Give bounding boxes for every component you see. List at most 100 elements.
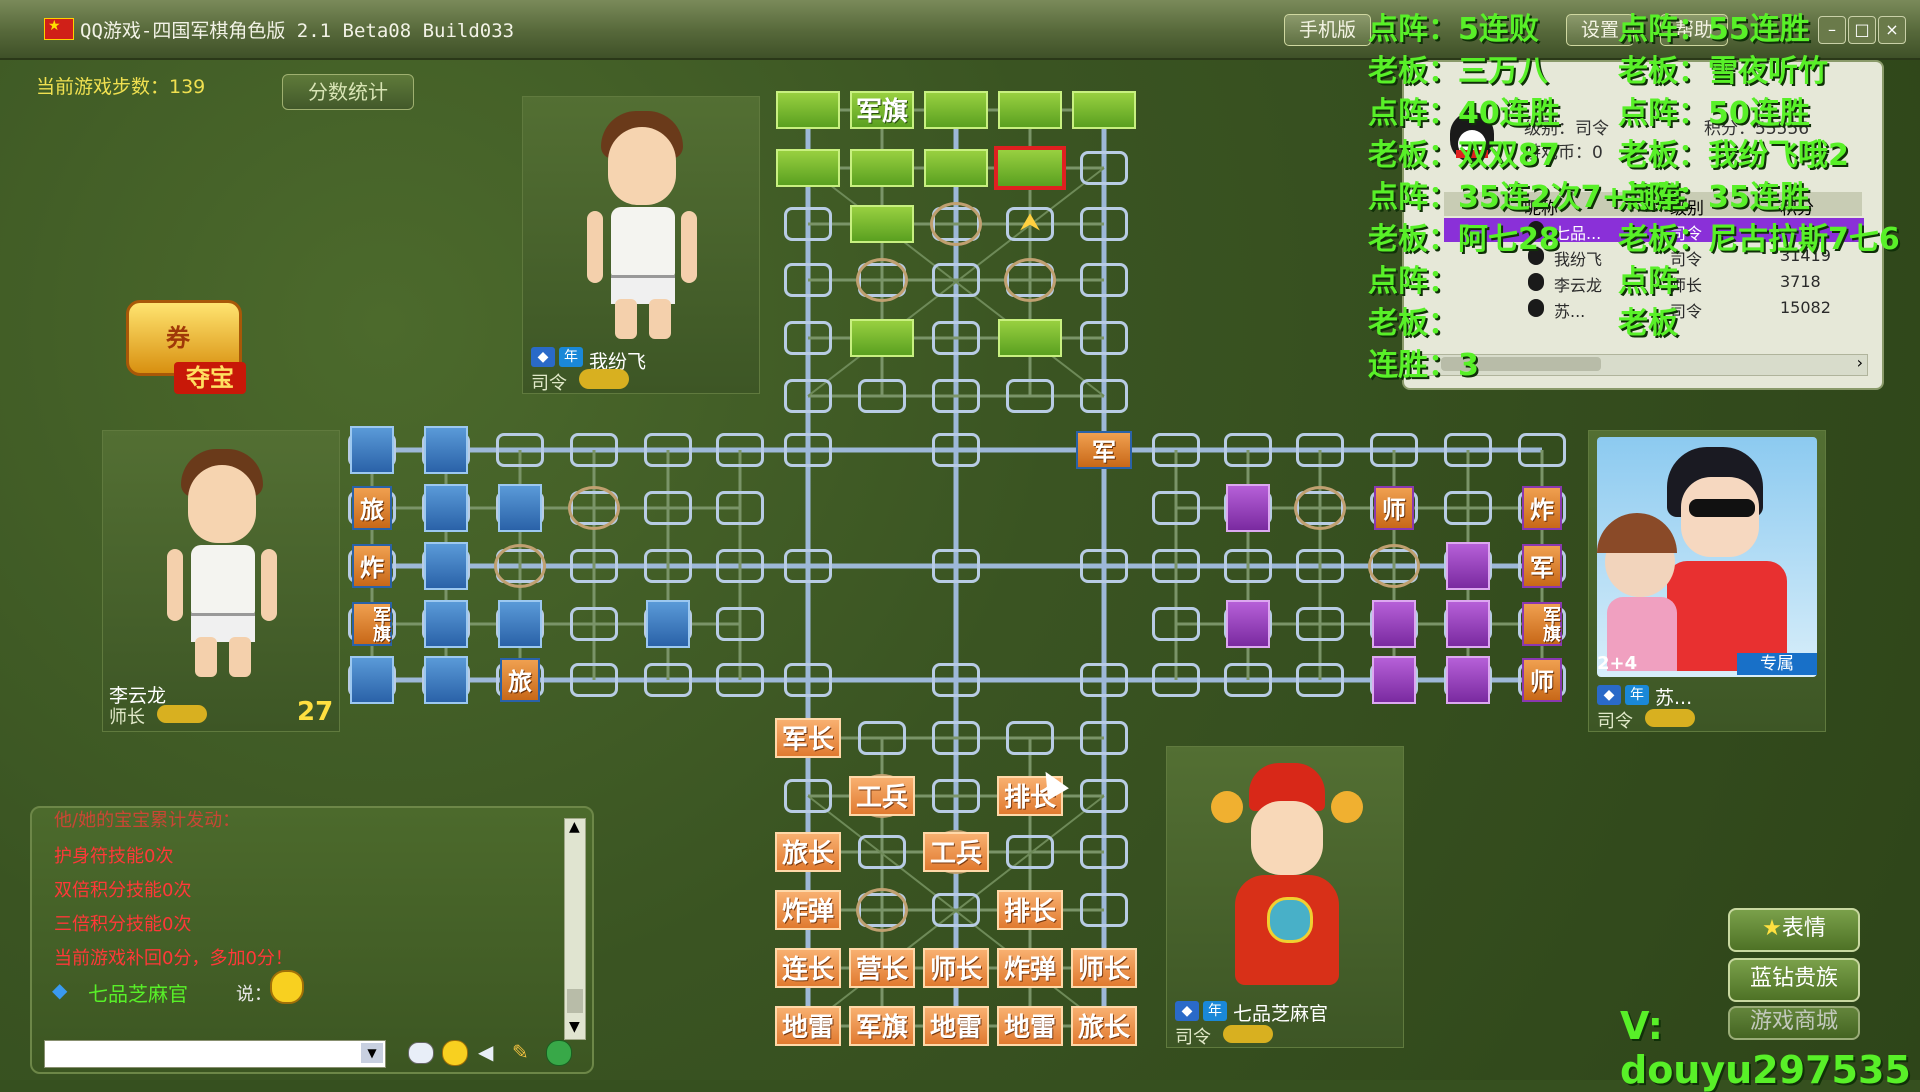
camp-circle[interactable]: [856, 258, 908, 302]
orange-piece[interactable]: 地雷: [775, 1006, 841, 1046]
board-slot[interactable]: [1080, 721, 1128, 755]
board-slot[interactable]: [932, 263, 980, 297]
board-slot[interactable]: [784, 779, 832, 813]
center-station[interactable]: [932, 433, 980, 467]
blue-piece[interactable]: [424, 426, 468, 474]
blue-piece[interactable]: [424, 600, 468, 648]
orange-piece[interactable]: 旅长: [1071, 1006, 1137, 1046]
board-slot[interactable]: [644, 433, 692, 467]
board-slot[interactable]: [1444, 491, 1492, 525]
board-slot[interactable]: [570, 549, 618, 583]
board-slot[interactable]: [1080, 263, 1128, 297]
board-slot[interactable]: [716, 663, 764, 697]
room-list-scrollbar[interactable]: ›: [1420, 353, 1868, 376]
blue-diamond-button[interactable]: 蓝钻贵族: [1728, 958, 1860, 1002]
chat-input[interactable]: ▼: [44, 1040, 386, 1068]
green-piece[interactable]: [924, 149, 988, 187]
scroll-right-icon[interactable]: ›: [1857, 353, 1863, 372]
camp-circle[interactable]: [930, 202, 982, 246]
orange-piece[interactable]: 地雷: [997, 1006, 1063, 1046]
board-slot[interactable]: [496, 433, 544, 467]
orange-piece[interactable]: 工兵: [849, 776, 915, 816]
chevron-down-icon[interactable]: ▼: [361, 1043, 383, 1063]
green-piece[interactable]: [924, 91, 988, 129]
board-slot[interactable]: [932, 779, 980, 813]
board-slot[interactable]: [1006, 721, 1054, 755]
camp-circle[interactable]: [494, 544, 546, 588]
camp-circle[interactable]: [568, 486, 620, 530]
scroll-down-icon[interactable]: ▼: [569, 1019, 580, 1035]
orange-piece[interactable]: 连长: [775, 948, 841, 988]
orange-piece[interactable]: 军旗: [849, 1006, 915, 1046]
board-slot[interactable]: [1080, 321, 1128, 355]
camp-circle[interactable]: [1294, 486, 1346, 530]
board-slot[interactable]: [1080, 151, 1128, 185]
purple-labeled-piece[interactable]: 炸: [1522, 486, 1562, 530]
globe-icon[interactable]: [546, 1040, 572, 1066]
board-slot[interactable]: [716, 607, 764, 641]
board-slot[interactable]: [1152, 433, 1200, 467]
center-station[interactable]: [784, 549, 832, 583]
board-slot[interactable]: [858, 835, 906, 869]
board-slot[interactable]: [858, 721, 906, 755]
purple-piece[interactable]: [1446, 600, 1490, 648]
board-slot[interactable]: [716, 433, 764, 467]
board-slot[interactable]: [644, 663, 692, 697]
camp-circle[interactable]: [856, 888, 908, 932]
blue-piece[interactable]: [350, 426, 394, 474]
center-station[interactable]: [784, 663, 832, 697]
board-slot[interactable]: [1224, 663, 1272, 697]
board-slot[interactable]: [644, 491, 692, 525]
board-slot[interactable]: [644, 549, 692, 583]
purple-piece[interactable]: [1372, 600, 1416, 648]
blue-piece[interactable]: [424, 656, 468, 704]
orange-piece[interactable]: 师长: [1071, 948, 1137, 988]
blue-piece[interactable]: [350, 656, 394, 704]
purple-piece[interactable]: [1446, 542, 1490, 590]
blue-piece[interactable]: [498, 600, 542, 648]
orange-piece[interactable]: 旅长: [775, 832, 841, 872]
chat-speaker-name[interactable]: 七品芝麻官: [88, 978, 188, 1007]
board-slot[interactable]: [1152, 549, 1200, 583]
purple-labeled-piece[interactable]: 军: [1522, 544, 1562, 588]
board-slot[interactable]: [784, 263, 832, 297]
purple-labeled-piece[interactable]: 师: [1522, 658, 1562, 702]
orange-piece[interactable]: 军长: [775, 718, 841, 758]
purple-piece[interactable]: [1372, 656, 1416, 704]
board-slot[interactable]: [1224, 433, 1272, 467]
camp-circle[interactable]: [1368, 544, 1420, 588]
board-slot[interactable]: [1518, 433, 1566, 467]
board-slot[interactable]: [1152, 663, 1200, 697]
board-slot[interactable]: [784, 321, 832, 355]
green-piece[interactable]: [850, 319, 914, 357]
purple-piece[interactable]: [1226, 484, 1270, 532]
blue-labeled-piece[interactable]: 旅: [352, 486, 392, 530]
board-slot[interactable]: [1296, 549, 1344, 583]
board-slot[interactable]: [1152, 607, 1200, 641]
orange-piece[interactable]: 炸弹: [775, 890, 841, 930]
board-slot[interactable]: [1080, 779, 1128, 813]
board-slot[interactable]: [1006, 835, 1054, 869]
selected-green-piece[interactable]: [994, 146, 1066, 190]
board-slot[interactable]: [716, 549, 764, 583]
green-piece[interactable]: [998, 91, 1062, 129]
center-blue-piece[interactable]: 军: [1076, 431, 1132, 469]
speech-bubble-icon[interactable]: [408, 1042, 434, 1064]
board-slot[interactable]: [1080, 379, 1128, 413]
board-slot[interactable]: [1080, 835, 1128, 869]
center-station[interactable]: [932, 663, 980, 697]
board-slot[interactable]: [1152, 491, 1200, 525]
emoji-button[interactable]: ★表情: [1728, 908, 1860, 952]
center-station[interactable]: [784, 433, 832, 467]
orange-piece[interactable]: 师长: [923, 948, 989, 988]
orange-piece[interactable]: 排长: [997, 890, 1063, 930]
last-move-arrow-icon[interactable]: ⮝: [1016, 210, 1044, 238]
board-slot[interactable]: [1296, 607, 1344, 641]
board-slot[interactable]: [1080, 893, 1128, 927]
center-station[interactable]: [1080, 549, 1128, 583]
green-piece[interactable]: [850, 205, 914, 243]
board-slot[interactable]: [1006, 379, 1054, 413]
green-junqi-piece[interactable]: 军旗: [850, 91, 914, 129]
board-slot[interactable]: [784, 379, 832, 413]
green-piece[interactable]: [776, 91, 840, 129]
